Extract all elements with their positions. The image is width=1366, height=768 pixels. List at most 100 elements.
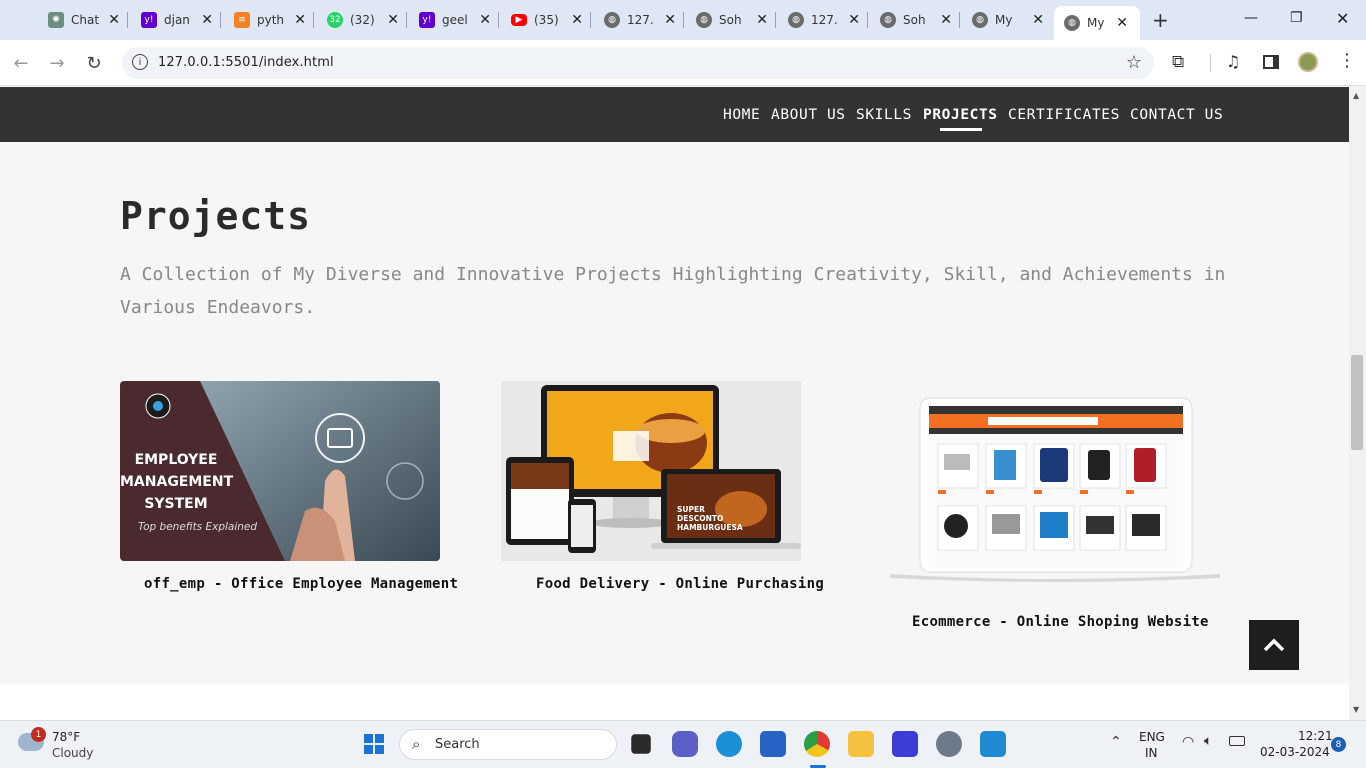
yahoo-icon: y! <box>419 12 435 28</box>
close-tab-icon[interactable]: ✕ <box>201 12 213 28</box>
globe-icon: ◍ <box>880 12 896 28</box>
vscode-icon[interactable] <box>980 731 1006 757</box>
browser-tab[interactable]: ▶ (35) ✕ <box>511 8 591 32</box>
close-tab-icon[interactable]: ✕ <box>848 12 860 28</box>
yahoo-icon: y! <box>141 12 157 28</box>
minimize-icon[interactable]: — <box>1244 10 1258 26</box>
browser-tab[interactable]: ✺ Chat ✕ <box>48 8 128 32</box>
globe-icon: ◍ <box>604 12 620 28</box>
browser-tab[interactable]: ≡ pyth ✕ <box>234 8 314 32</box>
nav-projects[interactable]: PROJECTS <box>923 107 998 123</box>
close-tab-icon[interactable]: ✕ <box>1032 12 1044 28</box>
project-image-employee-management[interactable]: EMPLOYEE MANAGEMENT SYSTEM Top benefits … <box>120 381 440 561</box>
section-title: Projects <box>120 194 312 238</box>
food-delivery-devices-illustration <box>506 385 801 553</box>
globe-icon: ◍ <box>696 12 712 28</box>
search-label: Search <box>435 737 480 752</box>
divider <box>1210 54 1211 72</box>
task-view-icon[interactable] <box>631 734 651 754</box>
browser-tab-active[interactable]: ◍ My ✕ <box>1054 6 1140 40</box>
nav-about-us[interactable]: ABOUT US <box>771 107 846 123</box>
search-icon: ⌕ <box>412 735 421 753</box>
profile-avatar[interactable] <box>1298 52 1318 72</box>
browser-tab[interactable]: y! djan ✕ <box>141 8 221 32</box>
meet-now-icon[interactable] <box>672 731 698 757</box>
browser-tab[interactable]: ◍ Soh ✕ <box>880 8 960 32</box>
windows-start-icon[interactable] <box>361 731 387 757</box>
browser-tab[interactable]: ◍ My ✕ <box>972 8 1044 32</box>
extensions-icon[interactable]: ⧉ <box>1172 52 1184 72</box>
side-panel-icon[interactable] <box>1263 55 1279 69</box>
battery-icon[interactable] <box>1229 736 1245 746</box>
browser-tab[interactable]: ◍ Soh ✕ <box>696 8 776 32</box>
url-text: 127.0.0.1:5501/index.html <box>158 55 334 70</box>
wifi-icon[interactable]: ◠ <box>1182 734 1194 750</box>
back-icon[interactable]: ← <box>10 52 32 74</box>
image-tagline: Top benefits Explained <box>138 521 258 533</box>
more-menu-icon[interactable]: ⋮ <box>1338 50 1356 71</box>
globe-icon: ◍ <box>1064 15 1080 31</box>
window-close-icon[interactable]: ✕ <box>1336 9 1349 28</box>
globe-icon: ◍ <box>788 12 804 28</box>
project-image-ecommerce[interactable] <box>890 392 1220 584</box>
language-line2[interactable]: IN <box>1145 746 1158 760</box>
app-icon[interactable] <box>892 731 918 757</box>
chrome-icon[interactable] <box>804 731 830 757</box>
address-bar[interactable]: i 127.0.0.1:5501/index.html ☆ <box>122 47 1154 79</box>
browser-tab[interactable]: y! geel ✕ <box>419 8 499 32</box>
restore-icon[interactable]: ❐ <box>1290 10 1303 26</box>
edge-browser-icon[interactable] <box>716 731 742 757</box>
new-tab-icon[interactable]: + <box>1152 8 1169 32</box>
bookmark-star-icon[interactable]: ☆ <box>1126 52 1142 73</box>
close-tab-icon[interactable]: ✕ <box>940 12 952 28</box>
nav-skills[interactable]: SKILLS <box>856 107 912 123</box>
site-info-icon[interactable]: i <box>132 54 148 70</box>
chevron-up-icon <box>1263 638 1285 652</box>
clock-time[interactable]: 12:21 <box>1298 729 1333 743</box>
nav-home[interactable]: HOME <box>723 107 760 123</box>
image-text-line: EMPLOYEE <box>134 452 218 468</box>
chevron-up-tray-icon[interactable]: ⌃ <box>1110 734 1122 750</box>
close-tab-icon[interactable]: ✕ <box>1116 15 1128 31</box>
language-line1[interactable]: ENG <box>1139 730 1165 744</box>
close-tab-icon[interactable]: ✕ <box>479 12 491 28</box>
close-tab-icon[interactable]: ✕ <box>294 12 306 28</box>
settings-gear-icon[interactable] <box>936 731 962 757</box>
windows-taskbar: 1 78°F Cloudy ⌕ Search ⌃ ENG IN ◠ 🔈︎ 12:… <box>0 720 1366 768</box>
notification-badge[interactable]: 8 <box>1331 737 1346 752</box>
scrollbar-thumb[interactable] <box>1351 355 1363 450</box>
project-image-food-delivery[interactable]: SUPER DESCONTO HAMBURGUESA <box>501 381 801 561</box>
youtube-icon: ▶ <box>511 14 527 26</box>
reload-icon[interactable]: ↻ <box>83 52 105 74</box>
browser-tab[interactable]: ◍ 127. ✕ <box>604 8 684 32</box>
whatsapp-icon: 32 <box>327 12 343 28</box>
clock-date[interactable]: 02-03-2024 <box>1260 745 1330 759</box>
media-control-icon[interactable]: ♫ <box>1226 52 1240 71</box>
forward-icon[interactable]: → <box>46 52 68 74</box>
weather-badge: 1 <box>31 727 46 742</box>
back-to-top-button[interactable] <box>1249 620 1299 670</box>
nav-contact-us[interactable]: CONTACT US <box>1130 107 1223 123</box>
nav-certificates[interactable]: CERTIFICATES <box>1008 107 1120 123</box>
file-explorer-icon[interactable] <box>848 731 874 757</box>
volume-icon[interactable]: 🔈︎ <box>1204 733 1212 749</box>
close-tab-icon[interactable]: ✕ <box>756 12 768 28</box>
taskbar-search-box[interactable]: ⌕ Search <box>399 729 617 760</box>
close-tab-icon[interactable]: ✕ <box>664 12 676 28</box>
globe-icon: ◍ <box>972 12 988 28</box>
browser-tab[interactable]: ◍ 127. ✕ <box>788 8 868 32</box>
image-banner-text: SUPER DESCONTO HAMBURGUESA <box>677 505 743 532</box>
browser-tab[interactable]: 32 (32) ✕ <box>327 8 407 32</box>
weather-temp: 78°F <box>52 730 81 744</box>
weather-desc: Cloudy <box>52 746 94 760</box>
close-tab-icon[interactable]: ✕ <box>108 12 120 28</box>
next-section-band <box>0 684 1349 720</box>
microsoft-store-icon[interactable] <box>760 731 786 757</box>
project-caption: Food Delivery - Online Purchasing <box>536 576 825 592</box>
section-subtitle: A Collection of My Diverse and Innovativ… <box>120 264 1226 318</box>
stackoverflow-icon: ≡ <box>234 12 250 28</box>
close-tab-icon[interactable]: ✕ <box>571 12 583 28</box>
ecommerce-laptop-illustration <box>890 397 1220 582</box>
close-tab-icon[interactable]: ✕ <box>387 12 399 28</box>
image-text-line: MANAGEMENT <box>120 474 234 490</box>
